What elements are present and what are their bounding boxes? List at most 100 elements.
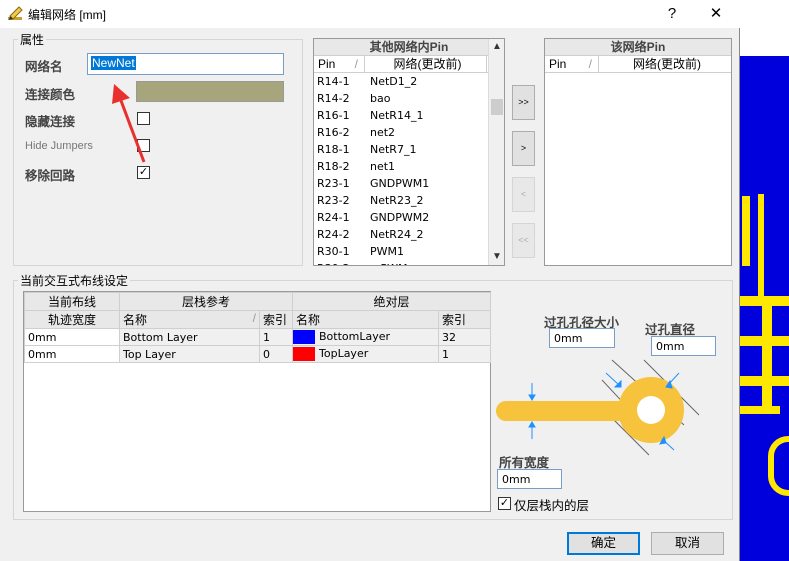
pin-cell: R30-1 <box>317 245 350 258</box>
list-item[interactable]: R30-2...PWM <box>314 260 504 265</box>
edit-net-dialog: 编辑网络 [mm] ? ✕ 属性 网络名 NewNet 连接颜色 隐藏连接 Hi… <box>0 0 740 561</box>
list-item[interactable]: R18-2 net1 <box>314 158 504 175</box>
list-item[interactable]: R18-1 NetR7_1 <box>314 141 504 158</box>
remove-all-button[interactable]: << <box>512 223 535 258</box>
via-diameter-input[interactable] <box>651 336 716 356</box>
connection-color-label: 连接颜色 <box>25 88 76 102</box>
pin-cell: R14-1 <box>317 75 350 88</box>
other-nets-scrollbar[interactable]: ▲ ▼ <box>488 39 504 265</box>
annotation-arrow-icon <box>112 84 146 163</box>
list-item[interactable]: R14-2 bao <box>314 90 504 107</box>
remove-button[interactable]: < <box>512 177 535 212</box>
other-nets-header: Pin / 网络(更改前) <box>314 56 504 73</box>
list-item[interactable]: R16-1 NetR14_1 <box>314 107 504 124</box>
close-button[interactable]: ✕ <box>704 4 728 24</box>
pin-cell: R16-2 <box>317 126 350 139</box>
cancel-button[interactable]: 取消 <box>651 532 724 555</box>
pin-cell: R30-2 <box>314 260 365 265</box>
net-cell: NetR14_1 <box>370 109 424 122</box>
add-all-button[interactable]: >> <box>512 85 535 120</box>
header-current-routing: 当前布线 <box>24 292 120 311</box>
table-row[interactable]: 0mm Top Layer 0 TopLayer 1 <box>24 345 491 363</box>
other-nets-col-pin[interactable]: Pin / <box>314 56 365 72</box>
stack-name-cell: Top Layer <box>119 345 260 363</box>
scroll-thumb[interactable] <box>491 99 503 115</box>
list-item[interactable]: R24-1 GNDPWM2 <box>314 209 504 226</box>
net-cell: GNDPWM2 <box>370 211 430 224</box>
net-name-value: NewNet <box>91 56 136 70</box>
col-abs-name[interactable]: 名称 <box>292 310 439 329</box>
pin-cell: R18-1 <box>317 143 350 156</box>
hide-connection-label: 隐藏连接 <box>25 115 76 129</box>
track-width-cell: 0mm <box>24 328 120 346</box>
net-cell: GNDPWM1 <box>370 177 430 190</box>
col-track-width[interactable]: 轨迹宽度 <box>24 310 120 329</box>
abs-layer-name: TopLayer <box>319 347 369 360</box>
window-title: 编辑网络 [mm] <box>28 8 106 22</box>
pin-cell: R24-1 <box>317 211 350 224</box>
abs-index-cell: 32 <box>438 328 491 346</box>
other-nets-col-net[interactable]: 网络(更改前) <box>365 56 487 72</box>
list-item[interactable]: R23-1 GNDPWM1 <box>314 175 504 192</box>
list-item[interactable]: R16-2 net2 <box>314 124 504 141</box>
this-net-list[interactable]: 该网络Pin Pin / 网络(更改前) <box>544 38 732 266</box>
net-cell: bao <box>370 92 391 105</box>
help-button[interactable]: ? <box>660 4 684 24</box>
this-net-header: Pin / 网络(更改前) <box>545 56 731 73</box>
list-item[interactable]: R24-2 NetR24_2 <box>314 226 504 243</box>
title-bar: 编辑网络 [mm] ? ✕ <box>0 0 740 28</box>
net-cell: NetR23_2 <box>370 194 424 207</box>
scroll-up-icon[interactable]: ▲ <box>489 39 505 55</box>
layer-color-swatch <box>293 330 315 344</box>
net-name-input[interactable]: NewNet <box>87 53 284 75</box>
pcb-canvas <box>740 56 789 561</box>
col-stack-index[interactable]: 索引 <box>259 310 293 329</box>
hide-jumpers-label: Hide Jumpers <box>25 140 93 152</box>
stack-only-checkbox[interactable]: ✓ <box>498 497 511 510</box>
table-row[interactable]: 0mm Bottom Layer 1 BottomLayer 32 <box>24 328 491 346</box>
pencil-icon <box>8 6 23 20</box>
via-diagram-icon <box>496 359 700 456</box>
abs-index-cell: 1 <box>438 345 491 363</box>
abs-name-cell: BottomLayer <box>292 328 439 346</box>
col-abs-index[interactable]: 索引 <box>438 310 491 329</box>
connection-color-swatch[interactable] <box>136 81 284 102</box>
via-hole-size-input[interactable] <box>549 328 615 348</box>
net-cell: NetR24_2 <box>370 228 424 241</box>
other-nets-title: 其他网络内Pin <box>314 39 504 56</box>
stack-name-cell: Bottom Layer <box>119 328 260 346</box>
header-stack-reference: 层栈参考 <box>119 292 293 311</box>
pin-cell: R14-2 <box>317 92 350 105</box>
this-net-col-pin[interactable]: Pin / <box>545 56 599 72</box>
add-button[interactable]: > <box>512 131 535 166</box>
stack-index-cell: 0 <box>259 345 293 363</box>
other-nets-rows: R14-1 NetD1_2 R14-2 bao R16-1 NetR14_1 R16-2 ne… <box>314 73 504 265</box>
abs-layer-name: BottomLayer <box>319 330 391 343</box>
scroll-down-icon[interactable]: ▼ <box>489 249 505 265</box>
pin-cell: R16-1 <box>317 109 350 122</box>
stack-only-label: 仅层栈内的层 <box>514 499 590 513</box>
all-width-input[interactable] <box>497 469 562 489</box>
list-item[interactable]: R14-1 NetD1_2 <box>314 73 504 90</box>
col-stack-name[interactable]: 名称 / <box>119 310 260 329</box>
list-item[interactable]: R23-2 NetR23_2 <box>314 192 504 209</box>
pin-cell: R18-2 <box>317 160 350 173</box>
routing-group-label: 当前交互式布线设定 <box>20 274 129 288</box>
net-name-label: 网络名 <box>25 60 63 74</box>
list-item[interactable]: R30-1 PWM1 <box>314 243 504 260</box>
abs-name-cell: TopLayer <box>292 345 439 363</box>
this-net-col-net[interactable]: 网络(更改前) <box>599 56 731 72</box>
properties-group-label: 属性 <box>20 33 45 47</box>
pin-cell: R23-1 <box>317 177 350 190</box>
this-net-title: 该网络Pin <box>545 39 731 56</box>
routing-table: 当前布线 层栈参考 绝对层 轨迹宽度 名称 / 索引 名称 索引 0mm Botto… <box>24 292 491 363</box>
pin-cell: R23-2 <box>317 194 350 207</box>
net-cell: ...PWM <box>365 260 485 265</box>
other-nets-list[interactable]: 其他网络内Pin Pin / 网络(更改前) R14-1 NetD1_2 R14-2 b… <box>313 38 505 266</box>
ok-button[interactable]: 确定 <box>567 532 640 555</box>
remove-loops-label: 移除回路 <box>25 169 76 183</box>
stack-index-cell: 1 <box>259 328 293 346</box>
routing-table-panel[interactable]: 当前布线 层栈参考 绝对层 轨迹宽度 名称 / 索引 名称 索引 0mm Botto… <box>23 291 491 512</box>
routing-header-cols: 轨迹宽度 名称 / 索引 名称 索引 <box>24 310 491 329</box>
net-cell: net1 <box>370 160 396 173</box>
